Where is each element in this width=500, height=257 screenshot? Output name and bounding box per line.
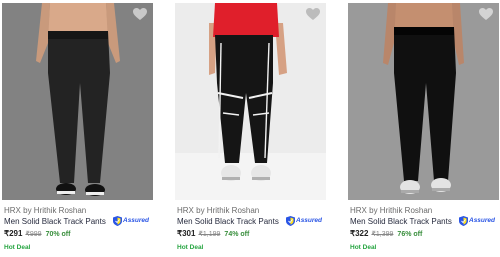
product-image[interactable]: [2, 3, 153, 200]
discount-percent: 74% off: [224, 231, 250, 238]
original-price: ₹999: [25, 231, 42, 238]
price-row: ₹291 ₹999 70% off: [4, 229, 70, 238]
original-price: ₹1,199: [198, 231, 221, 238]
discount-percent: 70% off: [45, 231, 71, 238]
assured-badge: Assured: [113, 215, 149, 226]
product-image[interactable]: [348, 3, 499, 200]
shield-icon: [459, 215, 468, 226]
selling-price: ₹301: [177, 229, 196, 238]
price-row: ₹301 ₹1,199 74% off: [177, 229, 249, 238]
deal-badge: Hot Deal: [350, 244, 377, 251]
price-row: ₹322 ₹1,399 76% off: [350, 229, 422, 238]
product-brand: HRX by Hrithik Roshan: [177, 206, 260, 215]
deal-badge: Hot Deal: [177, 244, 204, 251]
assured-badge: Assured: [459, 215, 495, 226]
shield-icon: [113, 215, 122, 226]
product-brand: HRX by Hrithik Roshan: [350, 206, 433, 215]
product-title[interactable]: Men Solid Black Track Pants: [350, 217, 452, 226]
selling-price: ₹322: [350, 229, 369, 238]
product-image[interactable]: [175, 3, 326, 200]
wishlist-heart-icon[interactable]: [133, 8, 147, 21]
shield-icon: [286, 215, 295, 226]
wishlist-heart-icon[interactable]: [479, 8, 493, 21]
product-card[interactable]: HRX by Hrithik Roshan Men Solid Black Tr…: [348, 0, 499, 257]
assured-label: Assured: [123, 217, 150, 224]
product-card[interactable]: HRX by Hrithik Roshan Men Solid Black Tr…: [175, 0, 326, 257]
assured-label: Assured: [469, 217, 496, 224]
discount-percent: 76% off: [397, 231, 423, 238]
deal-badge: Hot Deal: [4, 244, 31, 251]
product-brand: HRX by Hrithik Roshan: [4, 206, 87, 215]
assured-label: Assured: [296, 217, 323, 224]
selling-price: ₹291: [4, 229, 23, 238]
assured-badge: Assured: [286, 215, 322, 226]
product-title[interactable]: Men Solid Black Track Pants: [177, 217, 279, 226]
product-card[interactable]: HRX by Hrithik Roshan Men Solid Black Tr…: [2, 0, 153, 257]
product-title[interactable]: Men Solid Black Track Pants: [4, 217, 106, 226]
wishlist-heart-icon[interactable]: [306, 8, 320, 21]
original-price: ₹1,399: [371, 231, 394, 238]
